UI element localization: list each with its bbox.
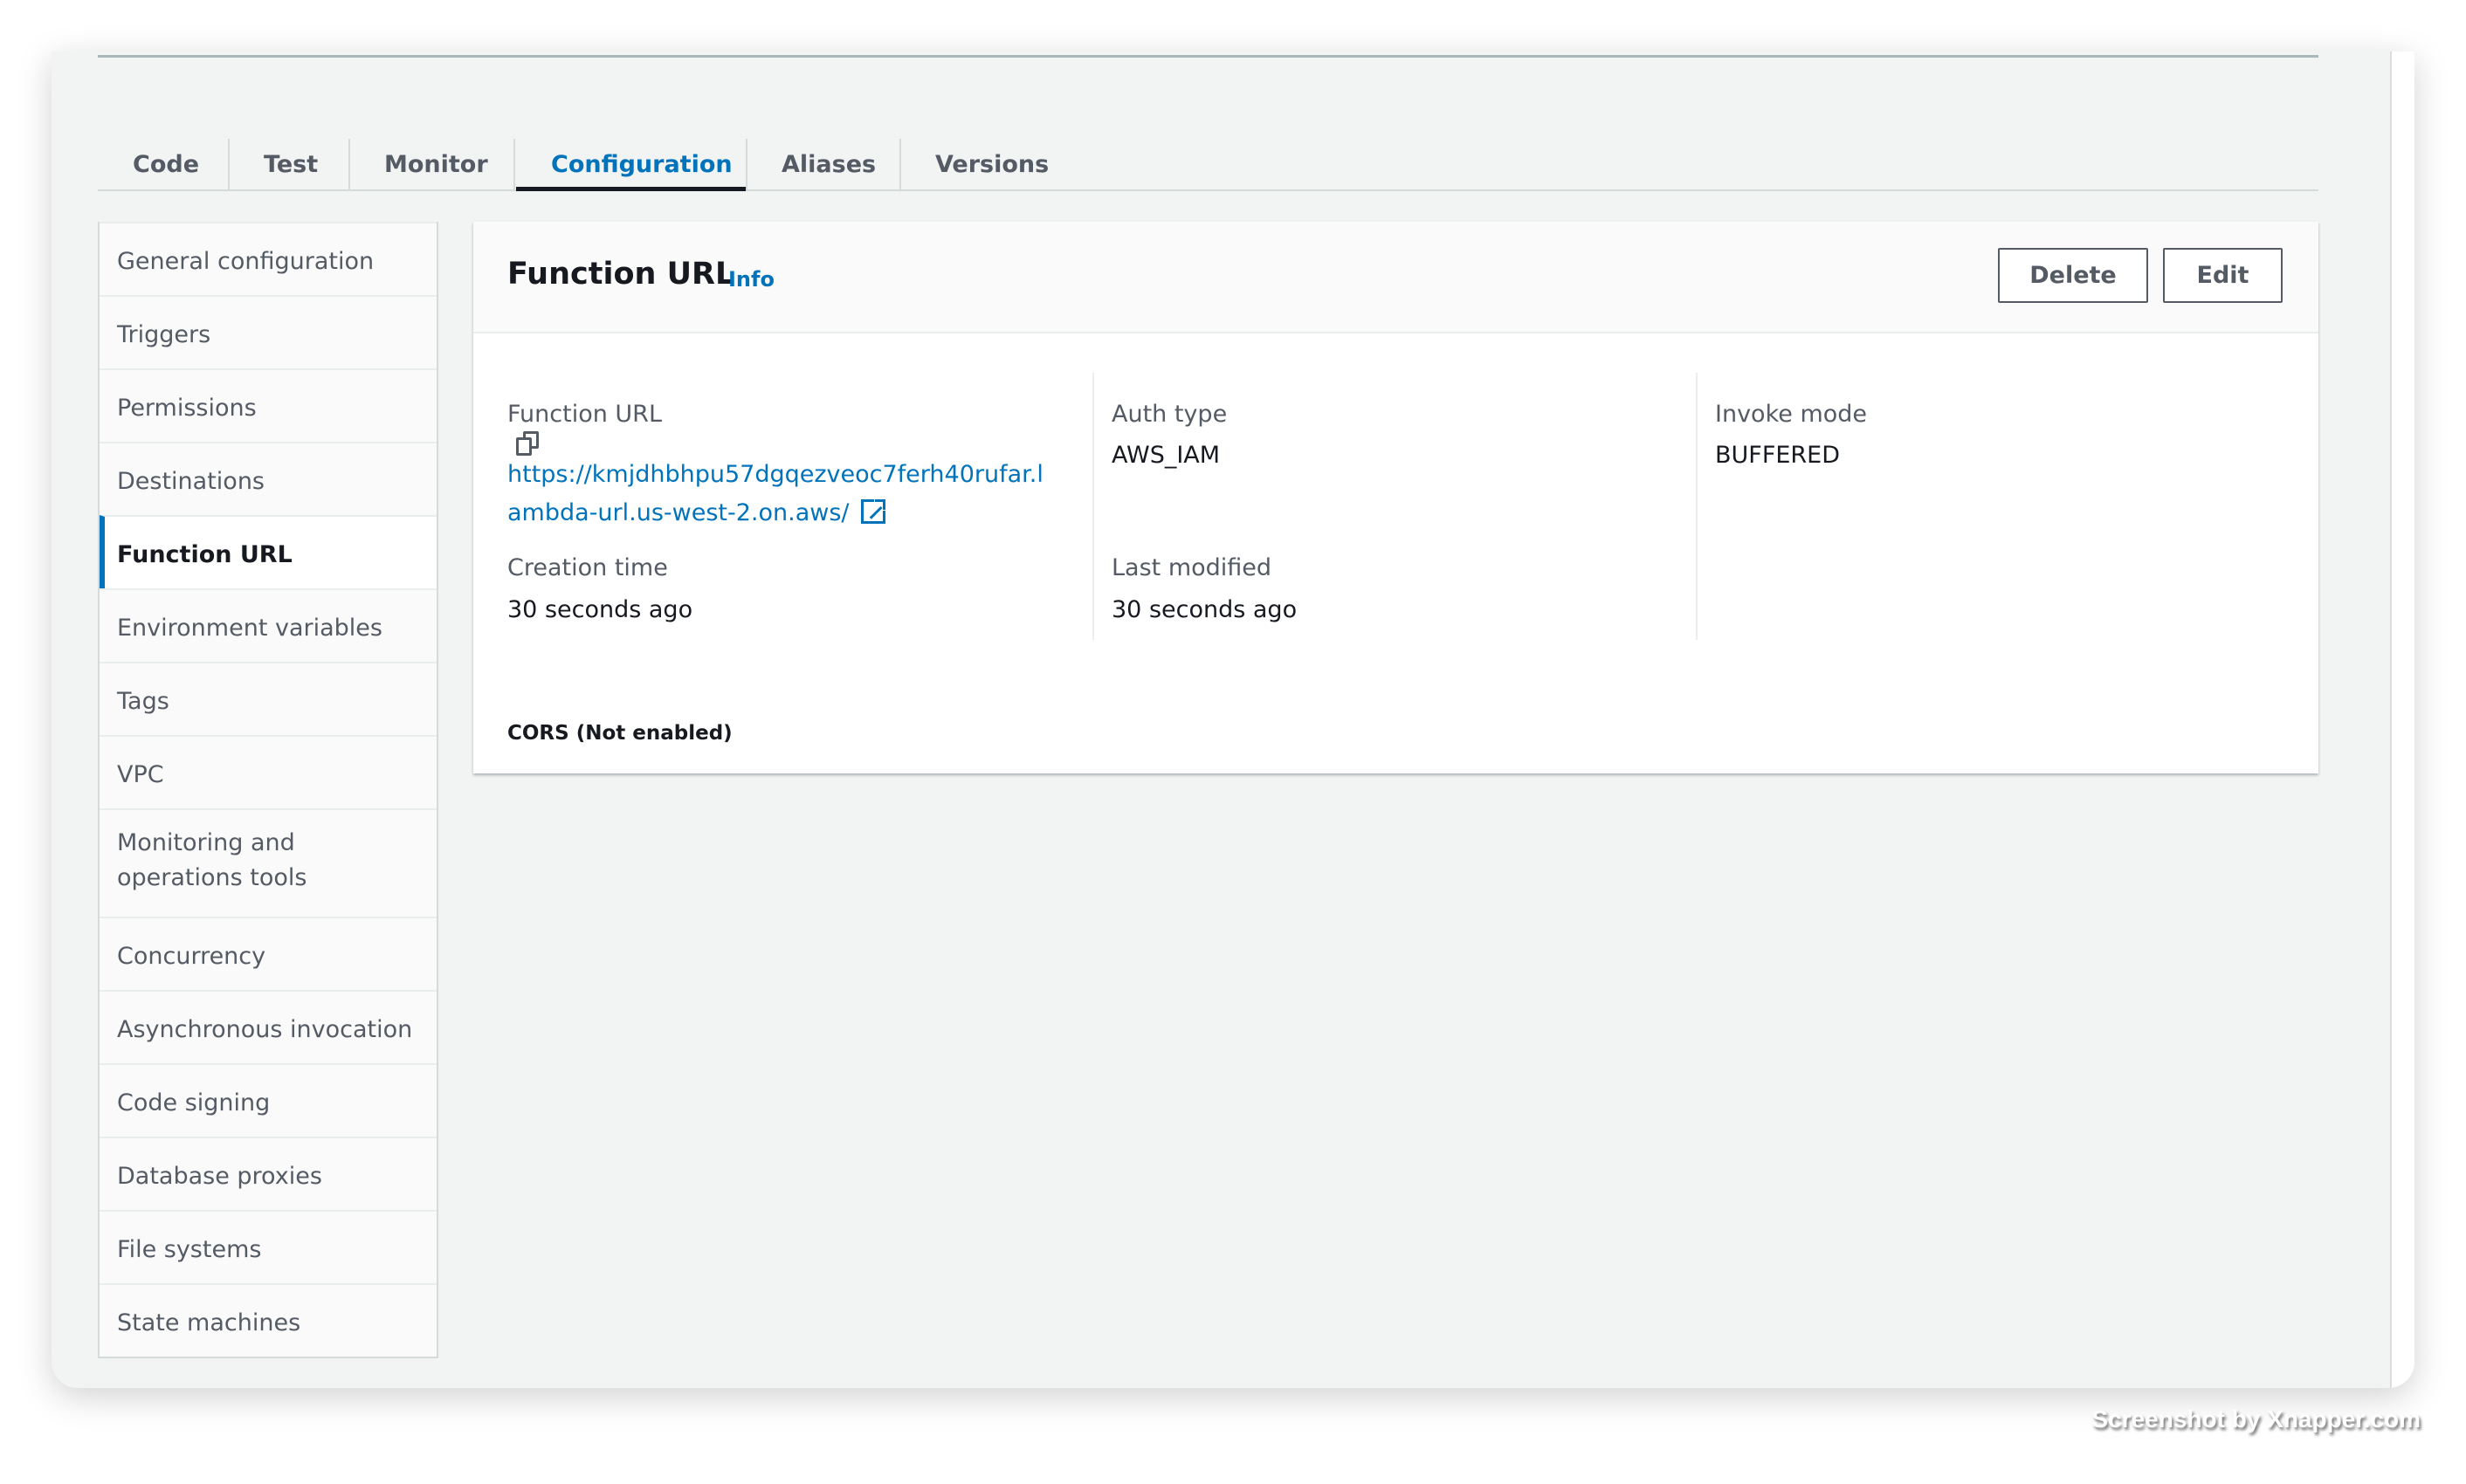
sidebar-item-environment-variables[interactable]: Environment variables [100, 588, 437, 662]
last-modified-label: Last modified [1112, 554, 1272, 581]
divider [98, 55, 2318, 58]
sidebar-item-database-proxies[interactable]: Database proxies [100, 1137, 437, 1210]
delete-button[interactable]: Delete [1998, 248, 2148, 303]
invoke-mode-label: Invoke mode [1715, 401, 1868, 428]
tab-configuration[interactable]: Configuration [516, 139, 746, 191]
sidebar-item-state-machines[interactable]: State machines [100, 1283, 437, 1357]
function-url-link-continued[interactable]: ambda-url.us-west-2.on.aws/ [507, 499, 850, 526]
external-link-icon[interactable] [860, 498, 886, 524]
sidebar-item-permissions[interactable]: Permissions [100, 368, 437, 442]
info-link[interactable]: Info [728, 267, 775, 292]
sidebar-item-tags[interactable]: Tags [100, 662, 437, 735]
creation-time-value: 30 seconds ago [507, 596, 693, 623]
sidebar-item-destinations[interactable]: Destinations [100, 442, 437, 515]
tab-bar: Code Test Monitor Configuration Aliases … [98, 139, 2318, 191]
edit-button[interactable]: Edit [2163, 248, 2283, 303]
tab-monitor[interactable]: Monitor [349, 139, 523, 191]
watermark: Screenshot by Xnapper.com [2091, 1405, 2421, 1432]
tab-versions[interactable]: Versions [900, 139, 1084, 191]
sidebar-item-async-invocation[interactable]: Asynchronous invocation [100, 990, 437, 1063]
function-url-link[interactable]: https://kmjdhbhpu57dgqezveoc7ferh40rufar… [507, 461, 1044, 488]
column-divider [1092, 373, 1094, 640]
browser-window: Code Test Monitor Configuration Aliases … [52, 52, 2414, 1388]
copy-icon[interactable] [516, 431, 539, 456]
tab-aliases[interactable]: Aliases [747, 139, 911, 191]
sidebar-item-function-url[interactable]: Function URL [100, 515, 437, 588]
tab-code[interactable]: Code [98, 139, 234, 191]
auth-type-label: Auth type [1112, 401, 1228, 428]
sidebar-item-general-configuration[interactable]: General configuration [100, 222, 437, 295]
config-sidebar: General configuration Triggers Permissio… [98, 222, 438, 1358]
sidebar-item-code-signing[interactable]: Code signing [100, 1063, 437, 1137]
scrollbar[interactable] [2390, 52, 2414, 1388]
invoke-mode-value: BUFFERED [1715, 442, 1841, 469]
column-divider [1696, 373, 1698, 640]
creation-time-label: Creation time [507, 554, 668, 581]
panel-title: Function URL [507, 257, 735, 292]
sidebar-item-monitoring[interactable]: Monitoring and operations tools [100, 808, 437, 917]
panel-header: Function URL Info Delete Edit [473, 222, 2318, 333]
last-modified-value: 30 seconds ago [1112, 596, 1298, 623]
function-url-panel: Function URL Info Delete Edit Function U… [473, 222, 2318, 773]
sidebar-item-concurrency[interactable]: Concurrency [100, 917, 437, 990]
auth-type-value: AWS_IAM [1112, 442, 1221, 469]
cors-status: CORS (Not enabled) [507, 722, 733, 745]
function-url-value: https://kmjdhbhpu57dgqezveoc7ferh40rufar… [507, 431, 1075, 532]
sidebar-item-triggers[interactable]: Triggers [100, 295, 437, 368]
function-url-label: Function URL [507, 401, 662, 428]
sidebar-item-vpc[interactable]: VPC [100, 735, 437, 808]
sidebar-item-file-systems[interactable]: File systems [100, 1210, 437, 1283]
tab-separator [513, 139, 515, 191]
tab-test[interactable]: Test [229, 139, 353, 191]
